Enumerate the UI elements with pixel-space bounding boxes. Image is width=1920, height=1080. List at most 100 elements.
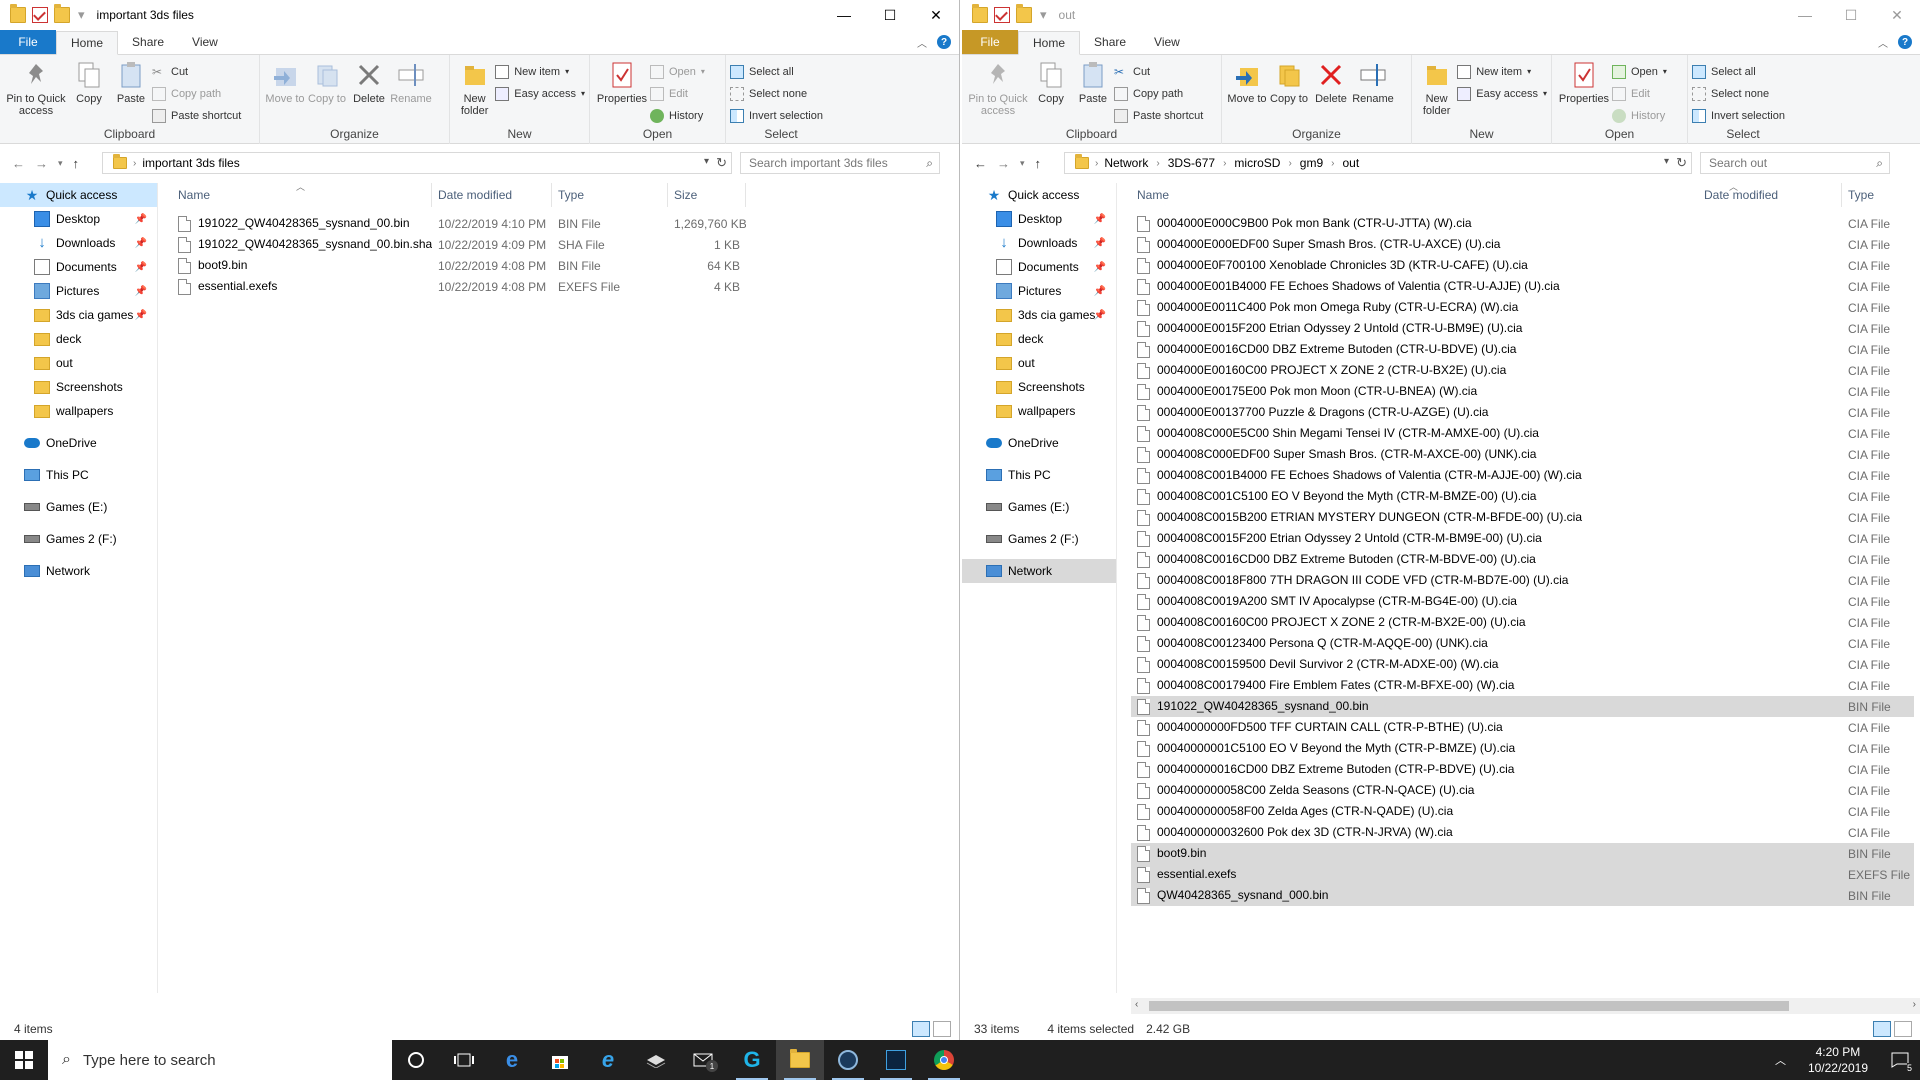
pin-icon[interactable]: 📌 <box>1094 238 1106 249</box>
nav-item-cloud[interactable]: OneDrive <box>962 431 1116 455</box>
tab-share[interactable]: Share <box>1080 30 1140 54</box>
copy-path-button[interactable]: Copy path <box>1114 85 1203 102</box>
start-button[interactable] <box>0 1040 48 1080</box>
search-input[interactable]: Search important 3ds files ⌕ <box>740 152 940 174</box>
back-arrow-icon[interactable]: ← <box>974 156 987 171</box>
collapse-ribbon-icon[interactable]: ︿ <box>917 35 927 50</box>
nav-item-folder[interactable]: deck <box>962 327 1116 351</box>
customize-qat-icon[interactable]: ▾ <box>78 7 85 23</box>
pin-icon[interactable]: 📌 <box>135 238 147 249</box>
minimize-button[interactable]: — <box>821 0 867 30</box>
tab-home[interactable]: Home <box>1018 31 1081 55</box>
table-row[interactable]: 0004000E00175E00 Pok mon Moon (CTR-U-BNE… <box>1131 381 1914 402</box>
table-row[interactable]: 0004008C001B4000 FE Echoes Shadows of Va… <box>1131 465 1914 486</box>
nav-item-drive[interactable]: Games (E:) <box>0 495 157 519</box>
open-button[interactable]: Open ▾ <box>1612 63 1667 80</box>
nav-item-download[interactable]: ↓ Downloads 📌 <box>0 231 157 255</box>
table-row[interactable]: 0004008C000E5C00 Shin Megami Tensei IV (… <box>1131 423 1914 444</box>
table-row[interactable]: 0004000E0011C400 Pok mon Omega Ruby (CTR… <box>1131 297 1914 318</box>
table-row[interactable]: 0004008C0019A200 SMT IV Apocalypse (CTR-… <box>1131 591 1914 612</box>
paste-shortcut-button[interactable]: Paste shortcut <box>152 107 241 124</box>
table-row[interactable]: 000400000016CD00 DBZ Extreme Butoden (CT… <box>1131 759 1914 780</box>
steam-button[interactable] <box>824 1040 872 1080</box>
cortana-button[interactable] <box>392 1040 440 1080</box>
column-size[interactable]: Size <box>668 183 746 207</box>
refresh-icon[interactable]: ↻ <box>716 155 727 171</box>
nav-item-star[interactable]: ★ Quick access <box>0 183 157 207</box>
easy-access-button[interactable]: Easy access ▾ <box>495 85 585 102</box>
table-row[interactable]: 0004000000058F00 Zelda Ages (CTR-N-QADE)… <box>1131 801 1914 822</box>
table-row[interactable]: 0004000000032600 Pok dex 3D (CTR-N-JRVA)… <box>1131 822 1914 843</box>
back-arrow-icon[interactable]: ← <box>12 156 25 171</box>
properties-check-icon[interactable] <box>994 7 1010 23</box>
store-button[interactable] <box>536 1040 584 1080</box>
recent-dropdown-icon[interactable]: ▾ <box>58 158 63 169</box>
details-view-button[interactable] <box>912 1021 930 1037</box>
column-date-modified[interactable]: Date modified <box>432 183 552 207</box>
table-row[interactable]: essential.exefs EXEFS File <box>1131 864 1914 885</box>
new-item-button[interactable]: New item ▾ <box>495 63 585 80</box>
logitech-button[interactable]: G <box>728 1040 776 1080</box>
table-row[interactable]: 0004000E0015F200 Etrian Odyssey 2 Untold… <box>1131 318 1914 339</box>
table-row[interactable]: 0004008C00159500 Devil Survivor 2 (CTR-M… <box>1131 654 1914 675</box>
nav-item-network[interactable]: Network <box>0 559 157 583</box>
nav-item-folder[interactable]: wallpapers <box>962 399 1116 423</box>
breadcrumb-chevron-icon[interactable]: › <box>1156 158 1159 169</box>
large-icons-view-button[interactable] <box>1894 1021 1912 1037</box>
maximize-button[interactable]: ☐ <box>867 0 913 30</box>
nav-item-drive[interactable]: Games 2 (F:) <box>962 527 1116 551</box>
forward-arrow-icon[interactable]: → <box>35 156 48 171</box>
scroll-left-icon[interactable]: ‹ <box>1135 999 1138 1010</box>
mail-button[interactable]: 1 <box>680 1040 728 1080</box>
close-button[interactable]: ✕ <box>913 0 959 30</box>
select-none-button[interactable]: Select none <box>1692 85 1785 102</box>
pin-icon[interactable]: 📌 <box>1094 214 1106 225</box>
nav-item-drive[interactable]: Games 2 (F:) <box>0 527 157 551</box>
nav-item-folder[interactable]: wallpapers <box>0 399 157 423</box>
breadcrumb-item[interactable]: important 3ds files <box>142 156 239 170</box>
select-none-button[interactable]: Select none <box>730 85 823 102</box>
horizontal-scrollbar[interactable]: ‹ › <box>1131 998 1920 1014</box>
history-button[interactable]: History <box>650 107 705 124</box>
tray-expand-icon[interactable]: ︿ <box>1765 1052 1796 1068</box>
nav-item-documents[interactable]: Documents 📌 <box>962 255 1116 279</box>
table-row[interactable]: essential.exefs 10/22/2019 4:08 PM EXEFS F… <box>172 276 959 297</box>
pin-icon[interactable]: 📌 <box>135 310 147 321</box>
select-all-button[interactable]: Select all <box>730 63 823 80</box>
table-row[interactable]: 0004008C0015B200 ETRIAN MYSTERY DUNGEON … <box>1131 507 1914 528</box>
open-button[interactable]: Open ▾ <box>650 63 705 80</box>
nav-item-folder[interactable]: Screenshots <box>0 375 157 399</box>
column-type[interactable]: Type <box>1842 183 1914 207</box>
recent-dropdown-icon[interactable]: ▾ <box>1020 158 1025 169</box>
table-row[interactable]: 0004000E00137700 Puzzle & Dragons (CTR-U… <box>1131 402 1914 423</box>
table-row[interactable]: 0004008C000EDF00 Super Smash Bros. (CTR-… <box>1131 444 1914 465</box>
new-folder-icon[interactable] <box>1016 4 1032 23</box>
table-row[interactable]: 0004000E001B4000 FE Echoes Shadows of Va… <box>1131 276 1914 297</box>
invert-selection-button[interactable]: Invert selection <box>730 107 823 124</box>
table-row[interactable]: QW40428365_sysnand_000.bin BIN File <box>1131 885 1914 906</box>
tab-share[interactable]: Share <box>118 30 178 54</box>
column-name[interactable]: Name <box>1131 183 1698 207</box>
column-date-modified[interactable]: Date modified <box>1698 183 1842 207</box>
file-explorer-button[interactable] <box>776 1040 824 1080</box>
history-button[interactable]: History <box>1612 107 1667 124</box>
clock[interactable]: 4:20 PM 10/22/2019 <box>1796 1044 1880 1076</box>
close-button[interactable]: ✕ <box>1874 0 1920 30</box>
folder-icon[interactable] <box>972 4 988 23</box>
table-row[interactable]: 0004000000058C00 Zelda Seasons (CTR-N-QA… <box>1131 780 1914 801</box>
table-row[interactable]: boot9.bin 10/22/2019 4:08 PM BIN File 64 KB <box>172 255 959 276</box>
table-row[interactable]: 191022_QW40428365_sysnand_00.bin 10/22/20… <box>172 213 959 234</box>
address-bar[interactable]: › important 3ds files ▾ ↻ <box>102 152 732 174</box>
ie-button[interactable]: e <box>584 1040 632 1080</box>
pin-icon[interactable]: 📌 <box>1094 286 1106 297</box>
breadcrumb-chevron-icon[interactable]: › <box>1288 158 1291 169</box>
nav-item-network[interactable]: Network <box>962 559 1116 583</box>
nav-item-folder[interactable]: 3ds cia games 📌 <box>0 303 157 327</box>
edge-button[interactable]: e <box>488 1040 536 1080</box>
breadcrumb-chevron-icon[interactable]: › <box>1331 158 1334 169</box>
notifications-button[interactable]: 5 <box>1880 1040 1920 1080</box>
column-type[interactable]: Type <box>552 183 668 207</box>
breadcrumb-chevron-icon[interactable]: › <box>1223 158 1226 169</box>
nav-item-pictures[interactable]: Pictures 📌 <box>962 279 1116 303</box>
properties-check-icon[interactable] <box>32 7 48 23</box>
